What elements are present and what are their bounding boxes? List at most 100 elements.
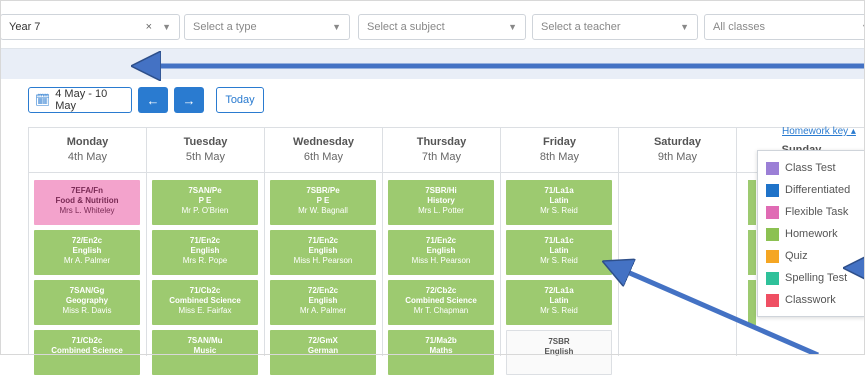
clear-icon[interactable]: ×: [146, 21, 152, 33]
task-teacher: Mr W. Bagnall: [298, 206, 348, 215]
info-bar: [0, 48, 865, 79]
task-teacher: Mrs L. Potter: [418, 206, 464, 215]
task-subject: Geography: [65, 296, 109, 305]
task-card-friday[interactable]: 71/La1c Latin Mr S. Reid: [506, 230, 612, 275]
task-class: 72/En2c: [307, 286, 339, 295]
task-card-tuesday[interactable]: 7SAN/Mu Music: [152, 330, 258, 375]
task-card-thursday[interactable]: 7SBR/Hi History Mrs L. Potter: [388, 180, 494, 225]
chevron-down-icon[interactable]: ▼: [332, 22, 341, 32]
classes-select[interactable]: All classes ▼: [704, 14, 865, 40]
day-name: Saturday: [653, 136, 702, 148]
legend-label: Spelling Test: [785, 272, 848, 284]
homework-key-toggle[interactable]: Homework key ▴: [782, 126, 856, 137]
day-date: 6th May: [303, 151, 344, 163]
task-card-thursday[interactable]: 72/Cb2c Combined Science Mr T. Chapman: [388, 280, 494, 325]
day-date: 5th May: [185, 151, 226, 163]
task-card-monday[interactable]: 72/En2c English Mr A. Palmer: [34, 230, 140, 275]
day-name: Monday: [66, 136, 109, 148]
task-teacher: Miss R. Davis: [62, 306, 112, 315]
day-date: 4th May: [67, 151, 108, 163]
next-week-button[interactable]: →: [174, 87, 204, 113]
task-card-wednesday[interactable]: 71/En2c English Miss H. Pearson: [270, 230, 376, 275]
subject-select-placeholder: Select a subject: [367, 21, 445, 33]
chevron-down-icon[interactable]: ▼: [680, 22, 689, 32]
day-date: 8th May: [539, 151, 580, 163]
legend-item: Flexible Task: [766, 201, 864, 223]
task-subject: Latin: [549, 246, 569, 255]
chevron-down-icon[interactable]: ▼: [508, 22, 517, 32]
task-teacher: Mrs R. Pope: [182, 256, 228, 265]
task-card-monday[interactable]: 7SAN/Gg Geography Miss R. Davis: [34, 280, 140, 325]
task-card-sunday[interactable]: [748, 230, 756, 275]
type-select[interactable]: Select a type ▼: [184, 14, 350, 40]
task-card-friday[interactable]: 71/La1a Latin Mr S. Reid: [506, 180, 612, 225]
day-header: Tuesday 5th May: [147, 128, 264, 173]
day-date: 7th May: [421, 151, 462, 163]
task-class: 71/Cb2c: [71, 336, 103, 345]
task-subject: English: [426, 246, 456, 255]
task-teacher: Mr S. Reid: [540, 206, 578, 215]
legend-label: Classwork: [785, 294, 836, 306]
task-class: 7SAN/Pe: [188, 186, 222, 195]
task-subject: P E: [316, 196, 330, 205]
chevron-down-icon[interactable]: ▼: [861, 22, 865, 32]
task-card-monday[interactable]: 71/Cb2c Combined Science: [34, 330, 140, 375]
filter-bar: Year 7 × ▼ Select a type ▼ Select a subj…: [0, 0, 865, 44]
task-subject: English: [308, 246, 338, 255]
task-teacher: Miss H. Pearson: [411, 256, 471, 265]
task-subject: Food & Nutrition: [55, 196, 119, 205]
today-button[interactable]: Today: [216, 87, 264, 113]
legend-label: Homework: [785, 228, 838, 240]
legend-label: Quiz: [785, 250, 808, 262]
day-header: Friday 8th May: [501, 128, 618, 173]
task-card-wednesday[interactable]: 72/En2c English Mr A. Palmer: [270, 280, 376, 325]
date-toolbar: 🗓 4 May - 10 May ← → Today: [28, 87, 264, 113]
task-card-tuesday[interactable]: 71/Cb2c Combined Science Miss E. Fairfax: [152, 280, 258, 325]
task-class: 71/La1c: [544, 236, 574, 245]
type-select-placeholder: Select a type: [193, 21, 257, 33]
task-card-thursday[interactable]: 71/En2c English Miss H. Pearson: [388, 230, 494, 275]
task-card-sunday[interactable]: [748, 180, 756, 225]
task-card-tuesday[interactable]: 71/En2c English Mrs R. Pope: [152, 230, 258, 275]
chevron-down-icon[interactable]: ▼: [162, 22, 171, 32]
legend-swatch: [766, 293, 779, 307]
task-card-friday[interactable]: 72/La1a Latin Mr S. Reid: [506, 280, 612, 325]
legend-label: Class Test: [785, 162, 836, 174]
task-card-wednesday[interactable]: 72/GmX German: [270, 330, 376, 375]
task-card-friday[interactable]: 7SBR English: [506, 330, 612, 375]
legend-swatch: [766, 249, 779, 263]
year-select-value: Year 7: [9, 21, 41, 33]
task-teacher: Mrs L. Whiteley: [59, 206, 115, 215]
legend-label: Differentiated: [785, 184, 851, 196]
teacher-select[interactable]: Select a teacher ▼: [532, 14, 698, 40]
day-name: Wednesday: [293, 136, 354, 148]
day-date: 9th May: [657, 151, 698, 163]
task-teacher: Mr S. Reid: [540, 306, 578, 315]
classes-select-placeholder: All classes: [713, 21, 765, 33]
task-teacher: Mr S. Reid: [540, 256, 578, 265]
teacher-select-placeholder: Select a teacher: [541, 21, 621, 33]
subject-select[interactable]: Select a subject ▼: [358, 14, 526, 40]
task-card-monday[interactable]: 7EFA/Fn Food & Nutrition Mrs L. Whiteley: [34, 180, 140, 225]
task-card-sunday[interactable]: [748, 280, 756, 325]
task-class: 71/En2c: [307, 236, 339, 245]
legend-item: Class Test: [766, 157, 864, 179]
day-header: Wednesday 6th May: [265, 128, 382, 173]
task-teacher: Mr A. Palmer: [63, 256, 111, 265]
task-class: 72/GmX: [308, 336, 338, 345]
task-card-tuesday[interactable]: 7SAN/Pe P E Mr P. O'Brien: [152, 180, 258, 225]
previous-week-button[interactable]: ←: [138, 87, 168, 113]
task-subject: English: [190, 246, 220, 255]
year-select[interactable]: Year 7 × ▼: [0, 14, 180, 40]
task-subject: Latin: [549, 196, 569, 205]
task-card-thursday[interactable]: 71/Ma2b Maths: [388, 330, 494, 375]
task-subject: English: [544, 347, 574, 356]
day-name: Tuesday: [183, 136, 228, 148]
task-subject: English: [308, 296, 338, 305]
date-range-button[interactable]: 🗓 4 May - 10 May: [28, 87, 132, 113]
task-card-wednesday[interactable]: 7SBR/Pe P E Mr W. Bagnall: [270, 180, 376, 225]
legend-swatch: [766, 205, 779, 219]
legend-swatch: [766, 183, 779, 197]
task-teacher: Mr T. Chapman: [413, 306, 469, 315]
legend-item: Differentiated: [766, 179, 864, 201]
